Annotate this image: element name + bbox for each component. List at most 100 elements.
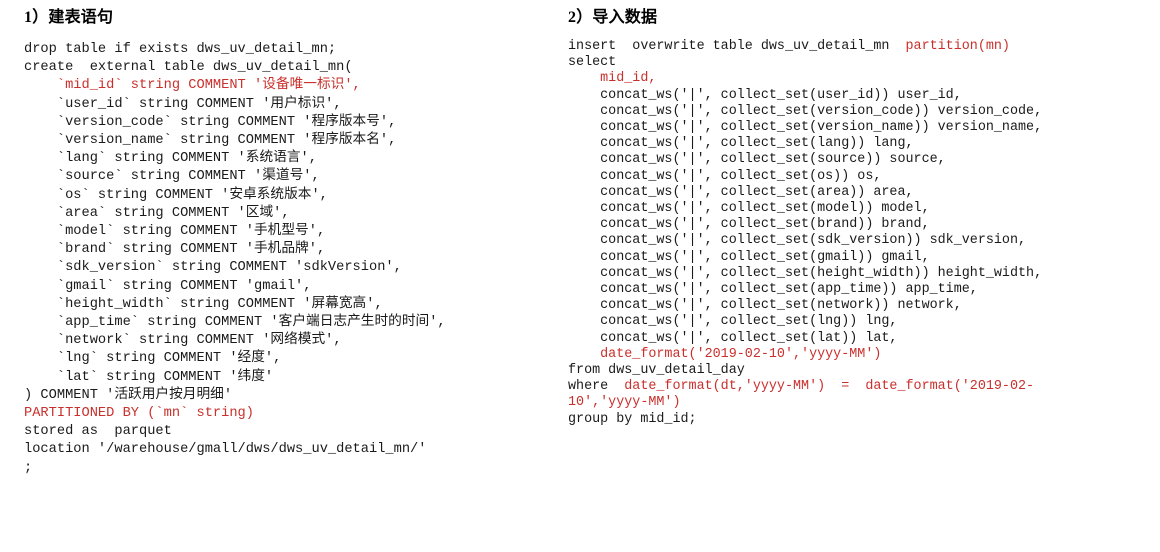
code-line: `lang` string COMMENT '系统语言', xyxy=(24,150,564,168)
code-token: concat_ws('|', collect_set(os)) os, xyxy=(568,168,882,184)
code-line: where date_format(dt,'yyyy-MM') = date_f… xyxy=(568,379,1156,395)
code-line: concat_ws('|', collect_set(height_width)… xyxy=(568,266,1156,282)
page-root: 1）建表语句 drop table if exists dws_uv_detai… xyxy=(0,0,1160,552)
code-token: `version_name` string COMMENT '程序版本名', xyxy=(24,133,397,149)
code-line: `version_code` string COMMENT '程序版本号', xyxy=(24,114,564,132)
insert-data-column: 2）导入数据 insert overwrite table dws_uv_det… xyxy=(568,0,1156,428)
code-line: date_format('2019-02-10','yyyy-MM') xyxy=(568,347,1156,363)
code-line: select xyxy=(568,55,1156,71)
code-line: stored as parquet xyxy=(24,423,564,441)
code-token: location '/warehouse/gmall/dws/dws_uv_de… xyxy=(24,442,427,458)
code-line: concat_ws('|', collect_set(os)) os, xyxy=(568,169,1156,185)
code-token: `lng` string COMMENT '经度', xyxy=(24,351,282,367)
create-table-column: 1）建表语句 drop table if exists dws_uv_detai… xyxy=(24,0,564,478)
code-line: insert overwrite table dws_uv_detail_mn … xyxy=(568,39,1156,55)
code-line: `area` string COMMENT '区域', xyxy=(24,205,564,223)
code-line: `os` string COMMENT '安卓系统版本', xyxy=(24,187,564,205)
code-line: PARTITIONED BY (`mn` string) xyxy=(24,405,564,423)
code-line: `version_name` string COMMENT '程序版本名', xyxy=(24,132,564,150)
code-token: where xyxy=(568,379,625,395)
code-line: concat_ws('|', collect_set(version_name)… xyxy=(568,120,1156,136)
code-line: `gmail` string COMMENT 'gmail', xyxy=(24,278,564,296)
code-token: `os` string COMMENT '安卓系统版本', xyxy=(24,187,328,203)
code-line: `sdk_version` string COMMENT 'sdkVersion… xyxy=(24,259,564,277)
code-token: drop table if exists dws_uv_detail_mn; xyxy=(24,42,337,57)
code-token: concat_ws('|', collect_set(network)) net… xyxy=(568,298,962,314)
code-token-highlight: mid_id, xyxy=(568,71,657,87)
code-line: `source` string COMMENT '渠道号', xyxy=(24,168,564,186)
code-token: ) COMMENT '活跃用户按月明细' xyxy=(24,387,233,403)
code-line: concat_ws('|', collect_set(source)) sour… xyxy=(568,152,1156,168)
code-line: `lat` string COMMENT '纬度' xyxy=(24,369,564,387)
code-line: concat_ws('|', collect_set(gmail)) gmail… xyxy=(568,250,1156,266)
insert-data-code-block[interactable]: insert overwrite table dws_uv_detail_mn … xyxy=(568,39,1156,428)
code-line: `network` string COMMENT '网络模式', xyxy=(24,332,564,350)
code-line: `app_time` string COMMENT '客户端日志产生时的时间', xyxy=(24,314,564,332)
code-token-highlight: 10','yyyy-MM') xyxy=(568,395,681,411)
code-line: concat_ws('|', collect_set(area)) area, xyxy=(568,185,1156,201)
code-line: location '/warehouse/gmall/dws/dws_uv_de… xyxy=(24,441,564,459)
code-token: concat_ws('|', collect_set(lat)) lat, xyxy=(568,330,898,346)
code-line: drop table if exists dws_uv_detail_mn; xyxy=(24,41,564,59)
code-token: concat_ws('|', collect_set(version_code)… xyxy=(568,103,1043,119)
code-token: `source` string COMMENT '渠道号', xyxy=(24,169,320,185)
code-token: `model` string COMMENT '手机型号', xyxy=(24,224,326,240)
code-line: concat_ws('|', collect_set(user_id)) use… xyxy=(568,88,1156,104)
code-line: concat_ws('|', collect_set(version_code)… xyxy=(568,104,1156,120)
code-line: concat_ws('|', collect_set(model)) model… xyxy=(568,201,1156,217)
code-line: concat_ws('|', collect_set(brand)) brand… xyxy=(568,217,1156,233)
code-line: mid_id, xyxy=(568,71,1156,87)
code-token: concat_ws('|', collect_set(app_time)) ap… xyxy=(568,282,978,298)
code-token: concat_ws('|', collect_set(user_id)) use… xyxy=(568,87,962,103)
section-heading-insert-data: 2）导入数据 xyxy=(568,9,658,26)
code-token: group by mid_id; xyxy=(568,411,697,427)
code-line: `user_id` string COMMENT '用户标识', xyxy=(24,96,564,114)
code-token: concat_ws('|', collect_set(version_name)… xyxy=(568,120,1043,136)
create-table-code-block[interactable]: drop table if exists dws_uv_detail_mn;cr… xyxy=(24,41,564,478)
code-line: concat_ws('|', collect_set(sdk_version))… xyxy=(568,233,1156,249)
code-token: `area` string COMMENT '区域', xyxy=(24,205,290,221)
code-line: `height_width` string COMMENT '屏幕宽高', xyxy=(24,296,564,314)
code-line: concat_ws('|', collect_set(network)) net… xyxy=(568,298,1156,314)
code-token: concat_ws('|', collect_set(brand)) brand… xyxy=(568,217,930,233)
code-line: `mid_id` string COMMENT '设备唯一标识', xyxy=(24,77,564,95)
code-token: `app_time` string COMMENT '客户端日志产生时的时间', xyxy=(24,315,446,331)
code-token: `user_id` string COMMENT '用户标识', xyxy=(24,96,342,112)
code-token: `lat` string COMMENT '纬度' xyxy=(24,369,274,385)
code-token: concat_ws('|', collect_set(lang)) lang, xyxy=(568,136,914,152)
code-line: ) COMMENT '活跃用户按月明细' xyxy=(24,387,564,405)
code-token: concat_ws('|', collect_set(height_width)… xyxy=(568,265,1043,281)
code-line: create external table dws_uv_detail_mn( xyxy=(24,59,564,77)
code-token: concat_ws('|', collect_set(gmail)) gmail… xyxy=(568,249,930,265)
code-token: concat_ws('|', collect_set(sdk_version))… xyxy=(568,233,1027,249)
code-token: `height_width` string COMMENT '屏幕宽高', xyxy=(24,296,383,312)
code-token-highlight: date_format('2019-02-10','yyyy-MM') xyxy=(568,346,882,362)
code-line: 10','yyyy-MM') xyxy=(568,395,1156,411)
code-line: group by mid_id; xyxy=(568,412,1156,428)
code-line: concat_ws('|', collect_set(lng)) lng, xyxy=(568,314,1156,330)
code-token: create external table dws_uv_detail_mn( xyxy=(24,60,353,76)
code-line: concat_ws('|', collect_set(app_time)) ap… xyxy=(568,282,1156,298)
code-token-highlight: PARTITIONED BY (`mn` string) xyxy=(24,406,254,422)
code-token: concat_ws('|', collect_set(lng)) lng, xyxy=(568,314,898,330)
code-line: concat_ws('|', collect_set(lat)) lat, xyxy=(568,331,1156,347)
code-line: `model` string COMMENT '手机型号', xyxy=(24,223,564,241)
code-token: from dws_uv_detail_day xyxy=(568,363,745,379)
code-token-highlight: date_format(dt,'yyyy-MM') = date_format(… xyxy=(624,379,1035,395)
code-token: concat_ws('|', collect_set(area)) area, xyxy=(568,184,914,200)
code-token: stored as parquet xyxy=(24,424,172,440)
code-token-highlight: partition(mn) xyxy=(905,39,1010,54)
code-token: `brand` string COMMENT '手机品牌', xyxy=(24,242,326,258)
code-token-highlight: `mid_id` string COMMENT '设备唯一标识', xyxy=(24,78,361,94)
code-token: insert overwrite table dws_uv_detail_mn xyxy=(568,39,906,54)
code-token: concat_ws('|', collect_set(model)) model… xyxy=(568,201,930,217)
code-token: `network` string COMMENT '网络模式', xyxy=(24,333,342,349)
code-token: ; xyxy=(24,460,33,476)
code-token: `version_code` string COMMENT '程序版本号', xyxy=(24,114,397,130)
code-token: `lang` string COMMENT '系统语言', xyxy=(24,151,317,167)
code-line: ; xyxy=(24,460,564,478)
section-heading-create-table: 1）建表语句 xyxy=(24,9,114,26)
code-line: concat_ws('|', collect_set(lang)) lang, xyxy=(568,136,1156,152)
code-token: concat_ws('|', collect_set(source)) sour… xyxy=(568,152,946,168)
code-token: `gmail` string COMMENT 'gmail', xyxy=(24,278,312,294)
